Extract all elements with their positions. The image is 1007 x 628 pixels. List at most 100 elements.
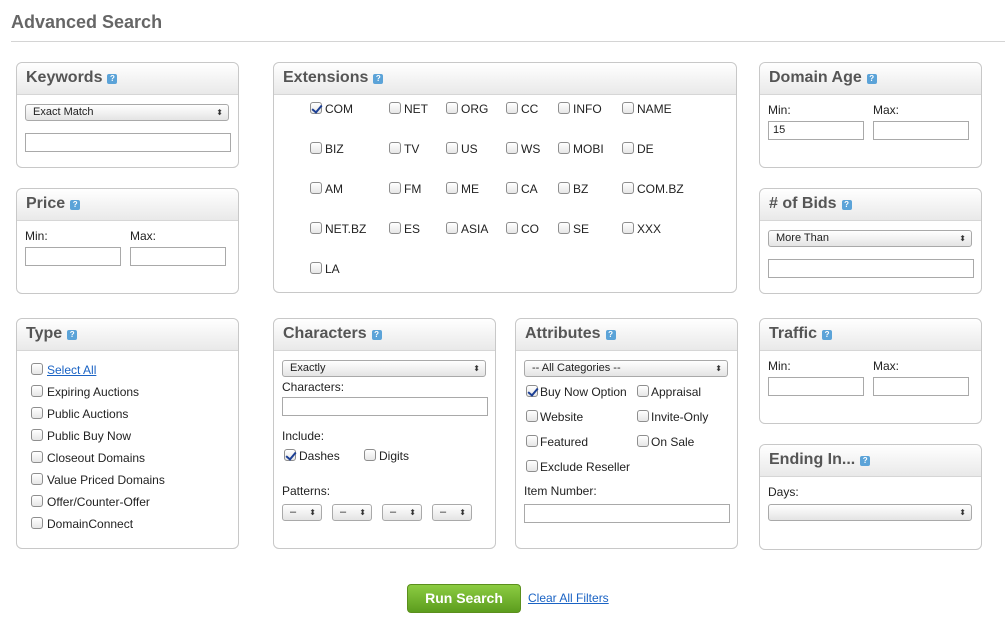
extension-checkbox-co[interactable] bbox=[506, 222, 518, 234]
help-icon[interactable]: ? bbox=[67, 330, 78, 340]
type-header: Type? bbox=[17, 319, 238, 351]
help-icon[interactable]: ? bbox=[371, 330, 382, 340]
extension-checkbox-us[interactable] bbox=[446, 142, 458, 154]
extension-checkbox-cc[interactable] bbox=[506, 102, 518, 114]
type-checkbox-public-auctions[interactable] bbox=[31, 407, 43, 419]
ending-header: Ending In...? bbox=[760, 445, 981, 477]
attribute-label: Featured bbox=[540, 435, 589, 449]
traffic-panel: Traffic? Min: Max: bbox=[759, 318, 982, 424]
item-number-input[interactable] bbox=[524, 504, 730, 523]
type-label: Public Auctions bbox=[47, 407, 129, 421]
extension-checkbox-asia[interactable] bbox=[446, 222, 458, 234]
help-icon[interactable]: ? bbox=[841, 200, 852, 210]
keyword-match-select[interactable]: Exact Match ⬍ bbox=[25, 104, 229, 121]
select-arrow-icon: ⬍ bbox=[959, 234, 966, 243]
extension-checkbox-biz[interactable] bbox=[310, 142, 322, 154]
pattern-select[interactable]: – ⬍ bbox=[282, 504, 322, 521]
extension-checkbox-xxx[interactable] bbox=[622, 222, 634, 234]
extension-checkbox-org[interactable] bbox=[446, 102, 458, 114]
extension-checkbox-info[interactable] bbox=[558, 102, 570, 114]
attribute-label: On Sale bbox=[651, 435, 695, 449]
extension-checkbox-la[interactable] bbox=[310, 262, 322, 274]
keywords-title: Keywords bbox=[26, 69, 103, 86]
help-icon[interactable]: ? bbox=[860, 456, 871, 466]
attributes-header: Attributes? bbox=[516, 319, 737, 351]
attribute-checkbox-on-sale[interactable] bbox=[637, 435, 649, 447]
attribute-label: Invite-Only bbox=[651, 410, 709, 424]
help-icon[interactable]: ? bbox=[373, 74, 384, 84]
extension-checkbox-ws[interactable] bbox=[506, 142, 518, 154]
help-icon[interactable]: ? bbox=[70, 200, 81, 210]
characters-mode-select[interactable]: Exactly ⬍ bbox=[282, 360, 486, 377]
extension-label: FM bbox=[404, 182, 422, 196]
extension-checkbox-com-bz[interactable] bbox=[622, 182, 634, 194]
attribute-checkbox-featured[interactable] bbox=[526, 435, 538, 447]
domain-age-max-input[interactable] bbox=[873, 121, 969, 140]
type-checkbox-closeout-domains[interactable] bbox=[31, 451, 43, 463]
bids-compare-select[interactable]: More Than ⬍ bbox=[768, 230, 972, 247]
attribute-label: Exclude Reseller bbox=[540, 460, 631, 474]
characters-header: Characters? bbox=[274, 319, 495, 351]
days-select[interactable]: ⬍ bbox=[768, 504, 972, 521]
type-checkbox-value-priced-domains[interactable] bbox=[31, 473, 43, 485]
help-icon[interactable]: ? bbox=[822, 330, 833, 340]
extension-label: NET.BZ bbox=[325, 222, 367, 236]
extension-checkbox-net[interactable] bbox=[389, 102, 401, 114]
help-icon[interactable]: ? bbox=[107, 74, 118, 84]
dashes-checkbox[interactable] bbox=[284, 449, 296, 461]
extension-checkbox-de[interactable] bbox=[622, 142, 634, 154]
pattern-select[interactable]: – ⬍ bbox=[432, 504, 472, 521]
clear-filters-link[interactable]: Clear All Filters bbox=[528, 591, 609, 605]
type-checkbox-domainconnect[interactable] bbox=[31, 517, 43, 529]
characters-label: Characters: bbox=[282, 380, 345, 394]
run-search-button[interactable]: Run Search bbox=[407, 584, 521, 613]
pattern-select[interactable]: – ⬍ bbox=[332, 504, 372, 521]
attribute-checkbox-website[interactable] bbox=[526, 410, 538, 422]
extension-checkbox-tv[interactable] bbox=[389, 142, 401, 154]
extension-checkbox-fm[interactable] bbox=[389, 182, 401, 194]
extension-checkbox-name[interactable] bbox=[622, 102, 634, 114]
attribute-checkbox-appraisal[interactable] bbox=[637, 385, 649, 397]
extension-checkbox-es[interactable] bbox=[389, 222, 401, 234]
extension-label: CC bbox=[521, 102, 539, 116]
bids-input[interactable] bbox=[768, 259, 974, 278]
extension-checkbox-net-bz[interactable] bbox=[310, 222, 322, 234]
attribute-checkbox-exclude-reseller[interactable] bbox=[526, 460, 538, 472]
pattern-value: – bbox=[390, 506, 397, 518]
keyword-input[interactable] bbox=[25, 133, 231, 152]
attribute-checkbox-invite-only[interactable] bbox=[637, 410, 649, 422]
domain-age-panel: Domain Age? Min: Max: 15 bbox=[759, 62, 982, 168]
domain-age-min-input[interactable]: 15 bbox=[768, 121, 864, 140]
extension-checkbox-com[interactable] bbox=[310, 102, 322, 114]
type-checkbox-expiring-auctions[interactable] bbox=[31, 385, 43, 397]
help-icon[interactable]: ? bbox=[605, 330, 616, 340]
extension-label: BZ bbox=[573, 182, 589, 196]
digits-checkbox[interactable] bbox=[364, 449, 376, 461]
pattern-select[interactable]: – ⬍ bbox=[382, 504, 422, 521]
traffic-max-label: Max: bbox=[873, 359, 900, 373]
extension-checkbox-se[interactable] bbox=[558, 222, 570, 234]
select-all-link[interactable]: Select All bbox=[47, 363, 96, 377]
extension-checkbox-bz[interactable] bbox=[558, 182, 570, 194]
type-checkbox-select-all[interactable] bbox=[31, 363, 43, 375]
days-label: Days: bbox=[768, 485, 799, 499]
price-max-input[interactable] bbox=[130, 247, 226, 266]
extension-checkbox-mobi[interactable] bbox=[558, 142, 570, 154]
extension-checkbox-am[interactable] bbox=[310, 182, 322, 194]
category-select[interactable]: -- All Categories -- ⬍ bbox=[524, 360, 728, 377]
type-checkbox-public-buy-now[interactable] bbox=[31, 429, 43, 441]
domain-age-header: Domain Age? bbox=[760, 63, 981, 95]
type-checkbox-offer-counter-offer[interactable] bbox=[31, 495, 43, 507]
select-arrow-icon: ⬍ bbox=[359, 508, 366, 517]
attribute-checkbox-buy-now-option[interactable] bbox=[526, 385, 538, 397]
extension-checkbox-ca[interactable] bbox=[506, 182, 518, 194]
extension-label: WS bbox=[521, 142, 541, 156]
help-icon[interactable]: ? bbox=[866, 74, 877, 84]
characters-input[interactable] bbox=[282, 397, 488, 416]
extension-checkbox-me[interactable] bbox=[446, 182, 458, 194]
price-min-input[interactable] bbox=[25, 247, 121, 266]
traffic-max-input[interactable] bbox=[873, 377, 969, 396]
traffic-min-input[interactable] bbox=[768, 377, 864, 396]
page-title: Advanced Search bbox=[11, 12, 163, 32]
domain-age-title: Domain Age bbox=[769, 69, 862, 86]
